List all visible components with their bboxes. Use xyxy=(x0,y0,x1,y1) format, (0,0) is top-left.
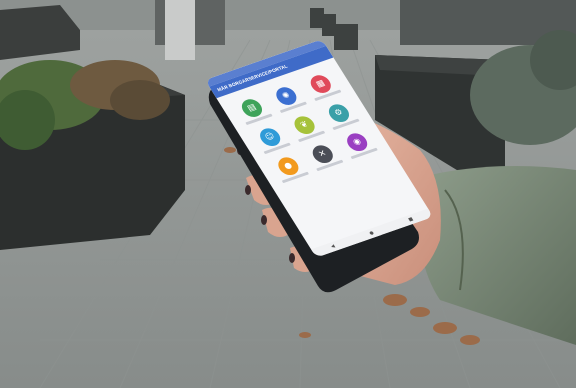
photo: MÅR BORGARSERVICE/PORTAL ▤ ✺ ▦ ☺ ❦ ⚙ ● ✕… xyxy=(0,0,576,388)
scene-illustration xyxy=(0,0,576,388)
bollard-2 xyxy=(322,14,336,36)
bollard-1 xyxy=(310,8,324,28)
bollard-3 xyxy=(334,24,358,50)
pillar xyxy=(165,0,195,60)
